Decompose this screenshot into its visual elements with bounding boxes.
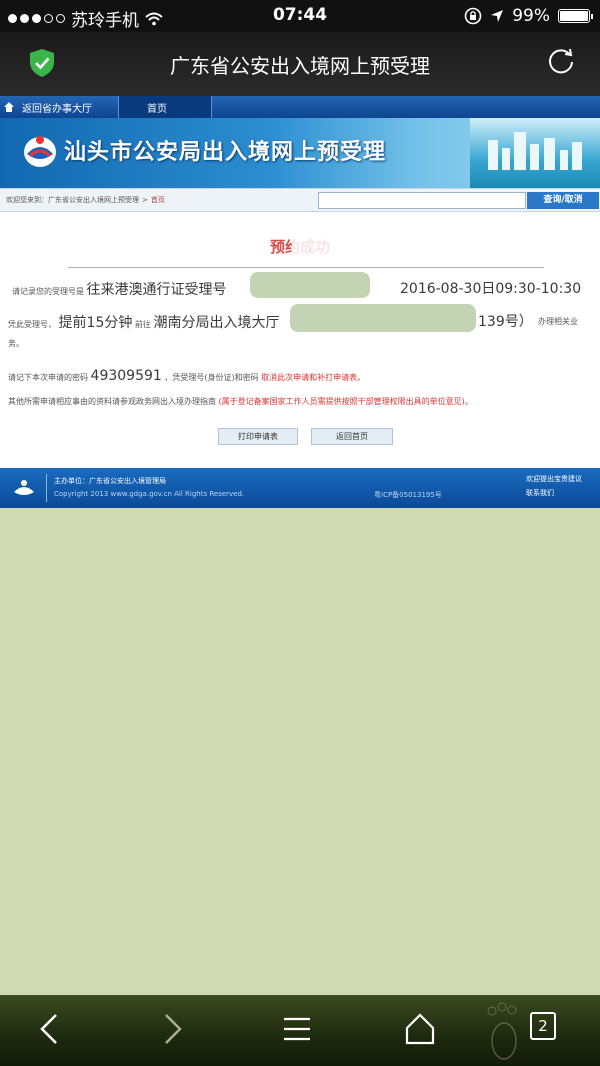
location-arrow-icon: [491, 10, 504, 22]
arrive-early: 提前15分钟: [58, 315, 133, 331]
appointment-time: 2016-08-30日09:30-10:30: [400, 281, 582, 297]
status-icons: 99%: [464, 6, 593, 26]
rotation-lock-icon: [464, 7, 482, 25]
notice-prefix: 其他所需申请相应事由的资料请参观政务网出入境办理指南: [8, 397, 216, 406]
status-bar: 苏玲手机 07:44 99%: [0, 0, 600, 32]
receipt-line: 请记录您的受理号是 往来港澳通行证受理号: [12, 279, 227, 299]
tab-count-button[interactable]: 2: [530, 1012, 556, 1040]
footer-icp: 粤ICP备05013195号: [374, 491, 442, 499]
menu-icon[interactable]: [282, 1012, 312, 1046]
feedback-link[interactable]: 欢迎提出宝贵建议: [526, 474, 582, 484]
office-name: 潮南分局出入境大厅: [153, 315, 280, 331]
forward-arrow-icon[interactable]: [160, 1012, 186, 1046]
footer-divider: [46, 474, 47, 502]
browser-title-bar: 广东省公安出入境网上预受理: [0, 32, 600, 96]
instruction-suffix: 办理相关业: [538, 317, 578, 326]
print-application-button[interactable]: 打印申请表: [218, 428, 298, 445]
redaction-mark: [292, 232, 384, 256]
notice-red: (属于登记备案国家工作人员需提供按照干部管理权限出具的单位意见)。: [218, 397, 473, 406]
divider: [68, 267, 544, 268]
back-home-button[interactable]: 返回首页: [311, 428, 393, 445]
breadcrumb-current[interactable]: 首页: [151, 195, 165, 205]
breadcrumb-prefix: 欢迎您来到：广东省公安出入境网上预受理: [6, 196, 139, 204]
office-address-end: 139号）: [478, 314, 533, 330]
redaction-mark: [250, 272, 370, 298]
footprint-watermark-icon: [487, 1002, 517, 1060]
home-icon[interactable]: [404, 1012, 436, 1046]
footer-copyright: Copyright 2013 www.gdga.gov.cn All Right…: [54, 490, 245, 498]
home-icon[interactable]: [0, 96, 18, 118]
city-skyline-image: [470, 118, 600, 188]
search-cancel-button[interactable]: 查询/取消: [527, 192, 599, 209]
cancel-reprint-link[interactable]: 取消此次申请和补打申请表。: [261, 373, 365, 382]
breadcrumb-separator: >: [142, 196, 148, 204]
banner-title: 汕头市公安局出入境网上预受理: [64, 140, 387, 165]
breadcrumb: 欢迎您来到：广东省公安出入境网上预受理 > 首页 查询/取消: [0, 188, 600, 212]
footer-organizer: 主办单位：广东省公安出入境管理局: [54, 477, 166, 485]
site-top-nav: 返回省办事大厅 首页: [0, 96, 600, 118]
result-content: 预约成功 请记录您的受理号是 往来港澳通行证受理号 2016-08-30日09:…: [0, 212, 600, 470]
reload-icon[interactable]: [546, 46, 576, 76]
password-mid: ，凭受理号(身份证)和密码: [164, 373, 259, 382]
instruction-end: 务。: [8, 339, 24, 348]
web-page: 返回省办事大厅 首页 汕头市公安局出入境网上预受理 欢迎您来到：广东省公安出入境…: [0, 96, 600, 508]
battery-icon: [558, 9, 593, 23]
contact-link[interactable]: 联系我们: [526, 488, 554, 498]
password-prefix: 请记下本次申请的密码: [8, 373, 88, 382]
site-banner: 汕头市公安局出入境网上预受理: [0, 118, 600, 188]
business-type: 往来港澳通行证受理号: [86, 282, 227, 298]
nav-home-tab[interactable]: 首页: [118, 96, 212, 118]
receipt-prefix: 请记录您的受理号是: [12, 287, 84, 296]
back-arrow-icon[interactable]: [36, 1012, 62, 1046]
battery-level-fill: [560, 11, 588, 21]
password-line: 请记下本次申请的密码 49309591 ，凭受理号(身份证)和密码 取消此次申请…: [8, 368, 365, 384]
instruction-line: 凭此受理号， 提前15分钟 前往 潮南分局出入境大厅: [8, 312, 279, 332]
password-value: 49309591: [90, 368, 162, 384]
redaction-mark: [290, 304, 476, 332]
battery-percent: 99%: [512, 6, 550, 26]
notice-line: 其他所需申请相应事由的资料请参观政务网出入境办理指南 (属于登记备案国家工作人员…: [8, 396, 473, 407]
instruction-prefix: 凭此受理号，: [8, 320, 56, 329]
footer-logo-icon: [14, 480, 34, 495]
search-input[interactable]: [318, 192, 526, 209]
back-to-hall-link[interactable]: 返回省办事大厅: [18, 100, 118, 115]
site-footer: 主办单位：广东省公安出入境管理局 Copyright 2013 www.gdga…: [0, 468, 600, 508]
page-title: 广东省公安出入境网上预受理: [170, 54, 430, 78]
browser-toolbar: 2: [0, 995, 600, 1066]
goto-word: 前往: [134, 320, 151, 329]
police-logo-icon: [24, 136, 56, 167]
